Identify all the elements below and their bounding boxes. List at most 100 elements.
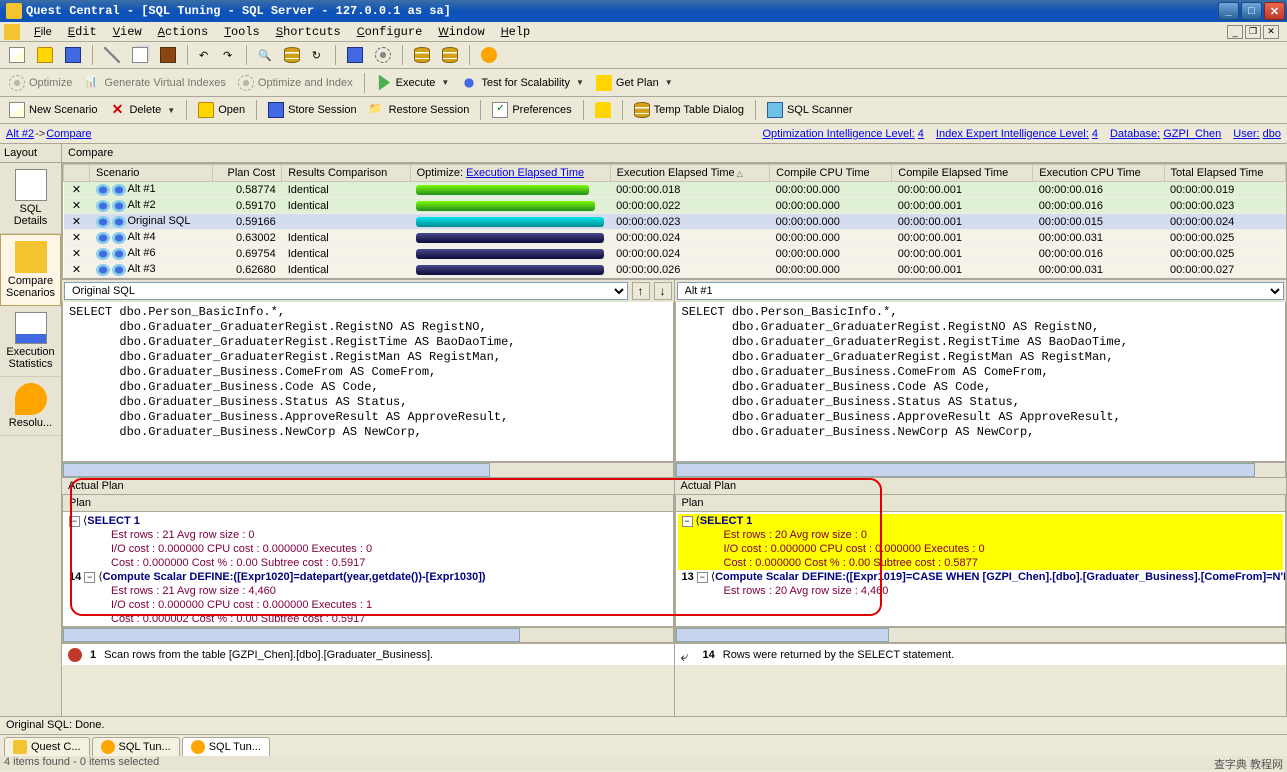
minimize-button[interactable]: _	[1218, 2, 1239, 20]
dropdown-icon[interactable]: ▼	[665, 78, 673, 87]
tree-collapse-icon[interactable]: −	[84, 572, 95, 583]
menu-configure[interactable]: Configure	[349, 23, 431, 41]
menu-view[interactable]: View	[105, 23, 150, 41]
right-plan-tree[interactable]: −⟨SELECT 1 Est rows : 20 Avg row size : …	[675, 512, 1287, 627]
mdi-minimize[interactable]: _	[1227, 25, 1243, 39]
right-sql-selector[interactable]: Alt #1	[677, 282, 1285, 300]
menu-edit[interactable]: Edit	[60, 23, 105, 41]
user-label: User: dbo	[1233, 128, 1281, 140]
menu-shortcuts[interactable]: Shortcuts	[268, 23, 349, 41]
paste-button[interactable]	[155, 44, 181, 66]
right-sql-hscroll[interactable]	[675, 462, 1287, 478]
info-bar: Alt #2Compare Optimization Intelligence …	[0, 124, 1287, 144]
scenario-row[interactable]: ✕Alt #30.62680Identical00:00:00.02600:00…	[64, 262, 1286, 278]
delete-button[interactable]: ✕Delete▼	[104, 99, 180, 121]
menu-tools[interactable]: Tools	[216, 23, 268, 41]
left-sql-text[interactable]: SELECT dbo.Person_BasicInfo.*, dbo.Gradu…	[62, 302, 674, 462]
sql-scanner-button[interactable]: SQL Scanner	[762, 99, 858, 121]
preferences-button[interactable]: Preferences	[487, 99, 576, 121]
redo-button[interactable]: ↷	[218, 44, 240, 66]
col-compile-elapsed[interactable]: Compile Elapsed Time	[892, 165, 1033, 182]
col-plancost[interactable]: Plan Cost	[212, 165, 282, 182]
scenario-row[interactable]: ✕Alt #60.69754Identical00:00:00.02400:00…	[64, 246, 1286, 262]
close-button[interactable]: ✕	[1264, 2, 1285, 20]
col-exec-elapsed[interactable]: Execution Elapsed Time△	[610, 165, 770, 182]
menu-window[interactable]: Window	[430, 23, 492, 41]
right-plan-header[interactable]: Plan	[675, 495, 1287, 512]
undo-button[interactable]: ↶	[194, 44, 216, 66]
left-sql-hscroll[interactable]	[62, 462, 674, 478]
right-plan-hscroll[interactable]	[675, 627, 1287, 643]
nav-up[interactable]: ↑	[632, 282, 650, 300]
sql-tab-icon	[191, 740, 205, 754]
left-plan-header[interactable]: Plan	[62, 495, 674, 512]
scenario-row[interactable]: ✕Original SQL0.5916600:00:00.02300:00:00…	[64, 214, 1286, 230]
gen-virtual-indexes-button[interactable]: 📊Generate Virtual Indexes	[79, 72, 230, 94]
optimize-and-index-button[interactable]: Optimize and Index	[233, 72, 358, 94]
tree-collapse-icon[interactable]: −	[682, 516, 693, 527]
scenario-grid[interactable]: Scenario Plan Cost Results Comparison Op…	[62, 163, 1287, 279]
db-button[interactable]	[409, 44, 435, 66]
right-sql-text[interactable]: SELECT dbo.Person_BasicInfo.*, dbo.Gradu…	[675, 302, 1287, 462]
col-exec-cpu[interactable]: Execution CPU Time	[1033, 165, 1164, 182]
mdi-close[interactable]: ✕	[1263, 25, 1279, 39]
temp-table-button[interactable]: Temp Table Dialog	[629, 99, 749, 121]
task-tab-quest[interactable]: Quest C...	[4, 737, 90, 756]
help-button[interactable]	[476, 44, 502, 66]
col-results[interactable]: Results Comparison	[282, 165, 410, 182]
open-button[interactable]	[32, 44, 58, 66]
sidebar-item-sql-details[interactable]: SQL Details	[0, 163, 61, 234]
col-optimize[interactable]: Optimize: Execution Elapsed Time	[410, 165, 610, 182]
crumb-compare[interactable]: Compare	[46, 128, 91, 140]
col-compile-cpu[interactable]: Compile CPU Time	[770, 165, 892, 182]
options-button[interactable]	[370, 44, 396, 66]
sidebar-item-resolution[interactable]: Resolu...	[0, 377, 61, 436]
lock-button[interactable]	[590, 99, 616, 121]
sidebar-item-compare[interactable]: Compare Scenarios	[0, 234, 61, 306]
get-plan-button[interactable]: Get Plan▼	[591, 72, 678, 94]
refresh-button[interactable]: ↻	[307, 44, 329, 66]
quest-icon	[13, 740, 27, 754]
tree-collapse-icon[interactable]: −	[69, 516, 80, 527]
wizard-button[interactable]	[342, 44, 368, 66]
scenario-row[interactable]: ✕Alt #20.59170Identical00:00:00.02200:00…	[64, 198, 1286, 214]
left-sql-selector[interactable]: Original SQL	[64, 282, 628, 300]
store-session-button[interactable]: Store Session	[263, 99, 361, 121]
left-plan-hscroll[interactable]	[62, 627, 674, 643]
save-button[interactable]	[60, 44, 86, 66]
menu-help[interactable]: Help	[493, 23, 539, 41]
copy-button[interactable]	[127, 44, 153, 66]
col-total[interactable]: Total Elapsed Time	[1164, 165, 1285, 182]
open-session-button[interactable]: Open	[193, 99, 250, 121]
new-scenario-button[interactable]: New Scenario	[4, 99, 102, 121]
tree-collapse-icon[interactable]: −	[697, 572, 708, 583]
dropdown-icon[interactable]: ▼	[167, 106, 175, 115]
cut-button[interactable]	[99, 44, 125, 66]
help-icon	[481, 47, 497, 63]
sidebar-item-exec-stats[interactable]: Execution Statistics	[0, 306, 61, 377]
menu-actions[interactable]: Actions	[150, 23, 217, 41]
dropdown-icon[interactable]: ▼	[576, 78, 584, 87]
find-button[interactable]: 🔍	[253, 44, 277, 66]
nav-down[interactable]: ↓	[654, 282, 672, 300]
optimize-button[interactable]: Optimize	[4, 72, 77, 94]
menu-file[interactable]: File	[26, 23, 60, 41]
test-scalability-button[interactable]: Test for Scalability▼	[456, 72, 589, 94]
scenario-row[interactable]: ✕Alt #10.58774Identical00:00:00.01800:00…	[64, 182, 1286, 198]
execute-button[interactable]: Execute▼	[371, 72, 455, 94]
db2-button[interactable]	[437, 44, 463, 66]
task-tab-sql2[interactable]: SQL Tun...	[182, 737, 270, 756]
crumb-alt2[interactable]: Alt #2	[6, 128, 34, 140]
compare-right: Alt #1 SELECT dbo.Person_BasicInfo.*, db…	[675, 280, 1287, 716]
maximize-button[interactable]: □	[1241, 2, 1262, 20]
new-button[interactable]	[4, 44, 30, 66]
restore-session-button[interactable]: 📁Restore Session	[364, 99, 475, 121]
print-button[interactable]	[279, 44, 305, 66]
left-plan-tree[interactable]: −⟨SELECT 1 Est rows : 21 Avg row size : …	[62, 512, 674, 627]
tab-compare[interactable]: Compare	[62, 144, 1287, 163]
dropdown-icon[interactable]: ▼	[441, 78, 449, 87]
scenario-row[interactable]: ✕Alt #40.63002Identical00:00:00.02400:00…	[64, 230, 1286, 246]
col-scenario[interactable]: Scenario	[90, 165, 213, 182]
task-tab-sql1[interactable]: SQL Tun...	[92, 737, 180, 756]
mdi-restore[interactable]: ❐	[1245, 25, 1261, 39]
